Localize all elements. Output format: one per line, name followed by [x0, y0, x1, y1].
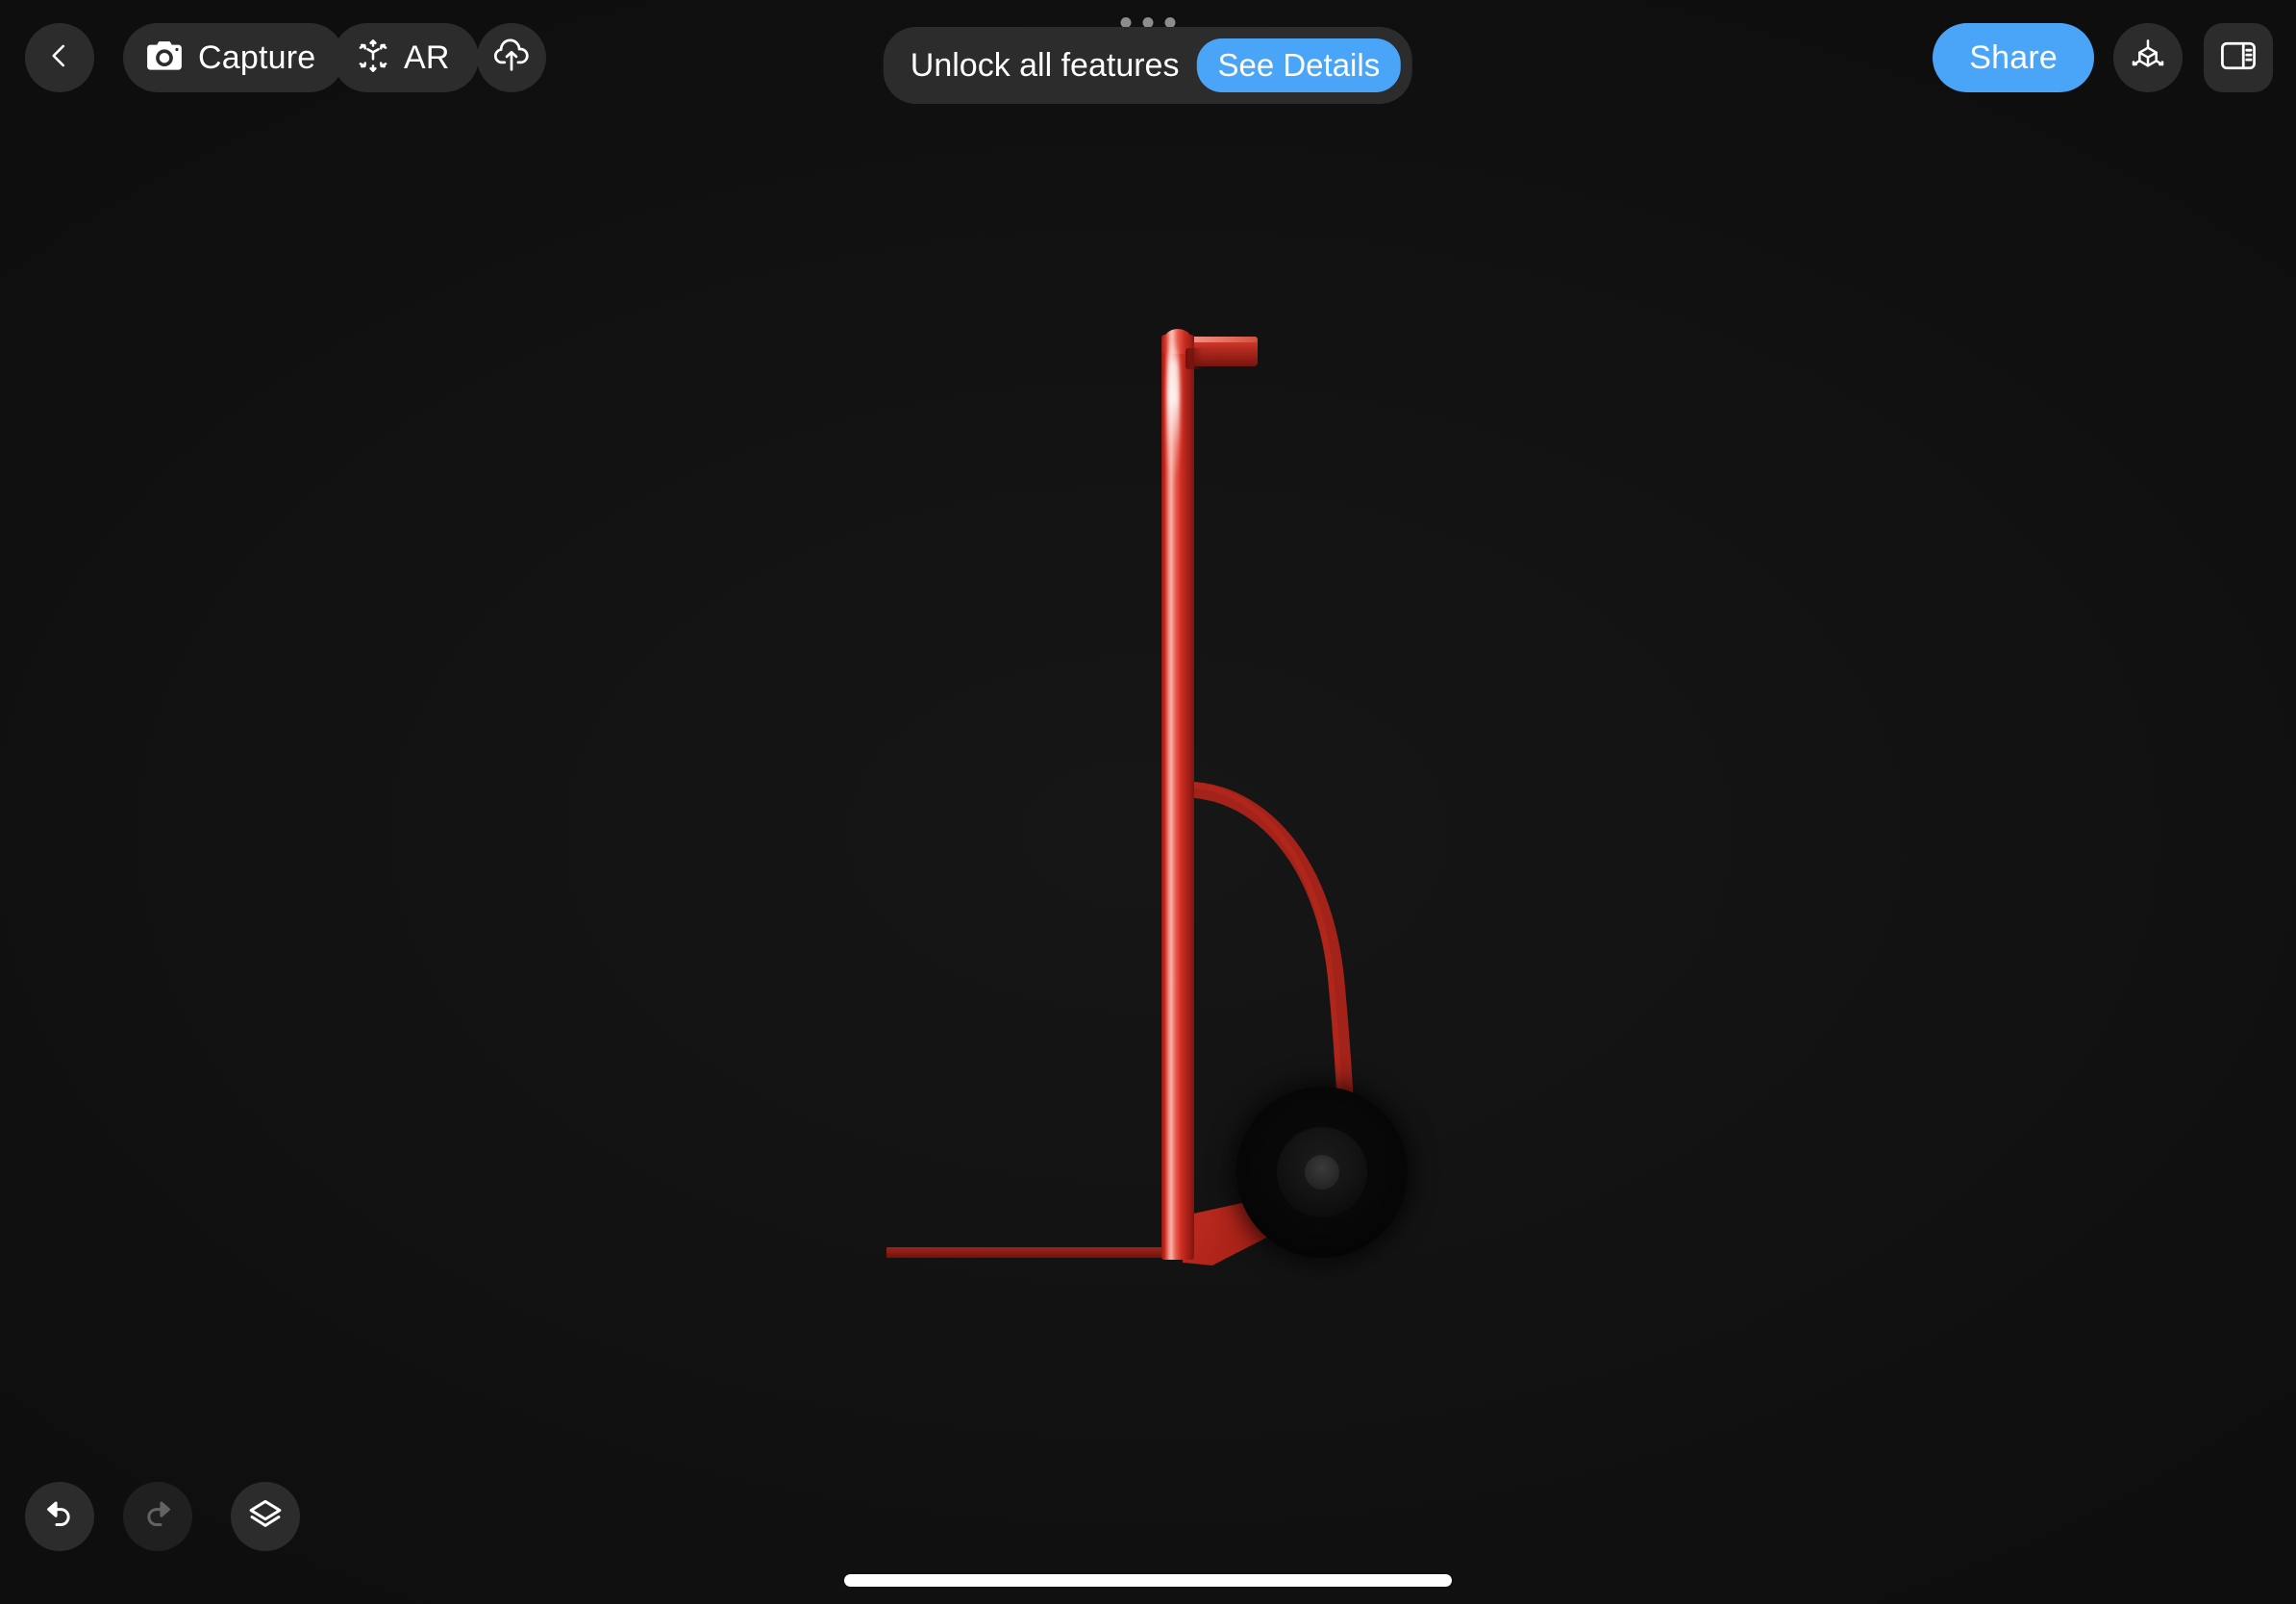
capture-button-label: Capture	[198, 38, 316, 76]
hand-truck-dolly-3d-model[interactable]	[0, 0, 2296, 1604]
see-details-button[interactable]: See Details	[1196, 38, 1402, 92]
capture-button[interactable]: Capture	[123, 23, 345, 92]
share-button[interactable]: Share	[1933, 23, 2094, 92]
handle-joint-shadow	[1185, 348, 1203, 369]
chevron-left-icon	[45, 41, 74, 75]
redo-arrow-icon	[140, 1498, 175, 1536]
ar-button-label: AR	[404, 38, 450, 76]
model-viewport[interactable]	[0, 0, 2296, 1604]
sidebar-panel-icon	[2220, 40, 2257, 76]
layers-stack-icon	[247, 1497, 284, 1537]
redo-button[interactable]	[123, 1482, 192, 1551]
app-root: Capture AR Unlock all features See Detai…	[0, 0, 2296, 1604]
vertical-post-specular-highlight	[1167, 338, 1180, 483]
view-cube-button[interactable]	[2113, 23, 2183, 92]
handle-bar-highlight	[1188, 337, 1258, 342]
camera-icon	[146, 40, 183, 76]
back-button[interactable]	[25, 23, 94, 92]
ar-button[interactable]: AR	[333, 23, 479, 92]
undo-arrow-icon	[42, 1498, 77, 1536]
share-button-label: Share	[1969, 38, 2058, 76]
promo-banner[interactable]: Unlock all features See Details	[883, 27, 1413, 104]
wheel-hub-center	[1305, 1155, 1339, 1190]
model-part-foot-plate	[886, 1247, 1194, 1258]
inspector-panel-toggle[interactable]	[2204, 23, 2273, 92]
3d-cube-axis-icon	[2129, 37, 2167, 80]
promo-message: Unlock all features	[910, 46, 1180, 84]
model-part-vertical-post	[1161, 335, 1194, 1260]
undo-button[interactable]	[25, 1482, 94, 1551]
ar-cube-arrows-icon	[356, 38, 390, 78]
model-part-curved-brace	[1176, 781, 1383, 1121]
cloud-upload-button[interactable]	[477, 23, 546, 92]
cloud-upload-icon	[492, 38, 531, 78]
layers-button[interactable]	[231, 1482, 300, 1551]
